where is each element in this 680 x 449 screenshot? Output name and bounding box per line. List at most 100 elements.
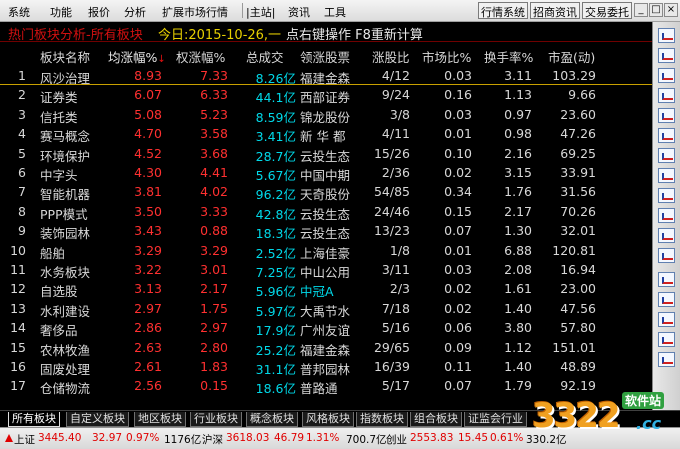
row-index: 3 xyxy=(18,106,26,122)
minimize-icon[interactable]: _ xyxy=(634,3,648,17)
tab-combo-sectors[interactable]: 组合板块 xyxy=(410,412,462,427)
calc-icon[interactable] xyxy=(658,352,675,367)
table-row[interactable]: 10 船舶 3.29 3.29 2.52亿 上海佳豪 1/8 0.01 6.88 120.81 xyxy=(0,241,652,261)
col-header-pe[interactable]: 市盈(动) xyxy=(548,47,595,66)
row-up-ratio: 4/11 xyxy=(381,126,410,142)
cy-value: 2553.83 xyxy=(410,432,454,444)
row-turnover: 5.97亿 xyxy=(255,303,296,319)
list-icon[interactable] xyxy=(658,272,675,287)
table-row[interactable]: 5 环境保护 4.52 3.68 28.7亿 云投生态 15/26 0.10 2.16 69.25 xyxy=(0,144,652,164)
row-avg-change: 2.56 xyxy=(134,378,162,394)
col-header-market-share[interactable]: 市场比% xyxy=(422,47,471,66)
close-icon[interactable]: × xyxy=(664,3,678,17)
table-row[interactable]: 2 证券类 6.07 6.33 44.1亿 西部证券 9/24 0.16 1.13 9.66 xyxy=(0,85,652,105)
table-row[interactable]: 6 中字头 4.30 4.41 5.67亿 中国中期 2/36 0.02 3.15 33.91 xyxy=(0,163,652,183)
menu-function[interactable]: 功能 xyxy=(50,4,72,20)
row-market-share: 0.11 xyxy=(444,359,472,374)
table-row[interactable]: 13 水利建设 2.97 1.75 5.97亿 大禹节水 7/18 0.02 1.40 47.56 xyxy=(0,299,652,319)
table-row[interactable]: 14 奢侈品 2.86 2.97 17.9亿 广州友谊 5/16 0.06 3.80 57.80 xyxy=(0,318,652,338)
tab-industry-sectors[interactable]: 行业板块 xyxy=(190,412,242,427)
col-header-name[interactable]: 板块名称 xyxy=(40,47,90,66)
tick-icon[interactable] xyxy=(658,88,675,103)
menu-news[interactable]: 资讯 xyxy=(288,4,310,20)
col-header-avg-change[interactable]: 均涨幅%↓ xyxy=(108,47,166,66)
row-index: 12 xyxy=(10,281,26,297)
row-turnover: 96.2亿 xyxy=(255,187,296,203)
row-turnover-rate: 1.30 xyxy=(504,223,532,239)
tab-style-sectors[interactable]: 风格板块 xyxy=(302,412,354,427)
col-header-weighted-change[interactable]: 权涨幅% xyxy=(176,47,225,66)
info-icon[interactable] xyxy=(658,188,675,203)
table-row[interactable]: 1 风沙治理 8.93 7.33 8.26亿 福建金森 4/12 0.03 3.11 103.29 xyxy=(0,66,652,86)
row-market-share: 0.10 xyxy=(444,145,472,161)
row-avg-change: 2.97 xyxy=(134,300,162,316)
row-market-share: 0.07 xyxy=(444,378,472,394)
row-market-share: 0.03 xyxy=(444,106,472,122)
f10-icon[interactable] xyxy=(658,148,675,163)
sh-label: 上证 xyxy=(14,434,35,446)
table-header: 板块名称 均涨幅%↓ 权涨幅% 总成交 领涨股票 涨股比 市场比% 换手率% 市… xyxy=(0,45,652,65)
row-market-share: 0.01 xyxy=(444,126,472,142)
maximize-icon[interactable]: □ xyxy=(649,3,663,17)
menu-main-station[interactable]: |主站| xyxy=(246,4,275,20)
table-row[interactable]: 3 信托类 5.08 5.23 8.59亿 锦龙股份 3/8 0.03 0.97 23.60 xyxy=(0,105,652,125)
table-row[interactable]: 15 农林牧渔 2.63 2.80 25.2亿 福建金森 29/65 0.09 1.12 151.… xyxy=(0,338,652,358)
row-weighted-change: 2.17 xyxy=(200,281,228,297)
grid-icon[interactable] xyxy=(658,292,675,307)
history-icon[interactable] xyxy=(658,128,675,143)
table-row[interactable]: 8 PPP模式 3.50 3.33 42.8亿 云投生态 24/46 0.15 2.17 70.2… xyxy=(0,202,652,222)
table-row[interactable]: 9 装饰园林 3.43 0.88 18.3亿 云投生态 13/23 0.07 1.30 32.01 xyxy=(0,221,652,241)
row-up-ratio: 16/39 xyxy=(373,359,410,374)
cy-change: 15.45 xyxy=(458,432,489,444)
menu-analysis[interactable]: 分析 xyxy=(124,4,146,20)
row-turnover: 25.2亿 xyxy=(255,342,296,358)
f9-icon[interactable] xyxy=(658,168,675,183)
row-index: 15 xyxy=(10,339,26,355)
row-pe: 120.81 xyxy=(552,242,596,258)
zhaoshang-news-button[interactable]: 招商资讯 xyxy=(530,2,580,19)
tab-csrc-industry[interactable]: 证监会行业 xyxy=(464,412,527,427)
line-chart-icon[interactable] xyxy=(658,68,675,83)
table-row[interactable]: 12 自选股 3.13 2.17 5.96亿 中冠A 2/3 0.02 1.61 23.00 xyxy=(0,279,652,299)
menu-extended-market[interactable]: 扩展市场行情 xyxy=(162,4,228,20)
row-sector-name: 自选股 xyxy=(40,284,78,300)
row-sector-name: 中字头 xyxy=(40,168,78,183)
chart-icon[interactable] xyxy=(658,312,675,327)
menu-tools[interactable]: 工具 xyxy=(324,4,346,20)
row-weighted-change: 1.75 xyxy=(200,300,228,316)
sz-volume: 700.7亿 xyxy=(346,434,387,446)
warning-icon[interactable] xyxy=(658,228,675,243)
menu-system[interactable]: 系统 xyxy=(8,4,30,20)
row-market-share: 0.02 xyxy=(444,300,472,316)
row-avg-change: 2.61 xyxy=(134,359,162,374)
col-header-turnover-rate[interactable]: 换手率% xyxy=(484,47,533,66)
col-header-turnover[interactable]: 总成交 xyxy=(246,47,284,66)
tab-all-sectors[interactable]: 所有板块 xyxy=(8,412,60,427)
row-pe: 103.29 xyxy=(552,68,596,83)
table-icon[interactable] xyxy=(658,332,675,347)
col-header-up-ratio[interactable]: 涨股比 xyxy=(372,47,410,66)
market-system-button[interactable]: 行情系统 xyxy=(478,2,528,19)
trade-order-button[interactable]: 交易委托 xyxy=(582,2,632,19)
quote-icon[interactable] xyxy=(658,28,675,43)
menu-separator xyxy=(242,3,243,18)
row-turnover-rate: 3.15 xyxy=(504,165,532,180)
row-up-ratio: 2/36 xyxy=(381,165,410,180)
row-weighted-change: 0.15 xyxy=(200,378,228,394)
menu-quote[interactable]: 报价 xyxy=(88,4,110,20)
row-avg-change: 3.22 xyxy=(134,262,162,277)
row-leader: 普邦园林 xyxy=(300,362,351,377)
sector-icon[interactable] xyxy=(658,248,675,263)
tab-custom-sectors[interactable]: 自定义板块 xyxy=(66,412,129,427)
compare-icon[interactable] xyxy=(658,208,675,223)
tab-concept-sectors[interactable]: 概念板块 xyxy=(246,412,298,427)
tab-index-sectors[interactable]: 指数板块 xyxy=(356,412,408,427)
tab-region-sectors[interactable]: 地区板块 xyxy=(134,412,186,427)
table-row[interactable]: 7 智能机器 3.81 4.02 96.2亿 天奇股份 54/85 0.34 1.76 31.56 xyxy=(0,182,652,202)
bar-chart-icon[interactable] xyxy=(658,108,675,123)
table-row[interactable]: 4 赛马概念 4.70 3.58 3.41亿新 华 都 4/11 0.01 0.98 47.26 xyxy=(0,124,652,144)
table-row[interactable]: 16 固废处理 2.61 1.83 31.1亿 普邦园林 16/39 0.11 1.40 48.8… xyxy=(0,357,652,377)
col-header-leader[interactable]: 领涨股票 xyxy=(300,47,350,66)
report-icon[interactable] xyxy=(658,48,675,63)
table-row[interactable]: 11 水务板块 3.22 3.01 7.25亿 中山公用 3/11 0.03 2.08 16.94 xyxy=(0,260,652,280)
